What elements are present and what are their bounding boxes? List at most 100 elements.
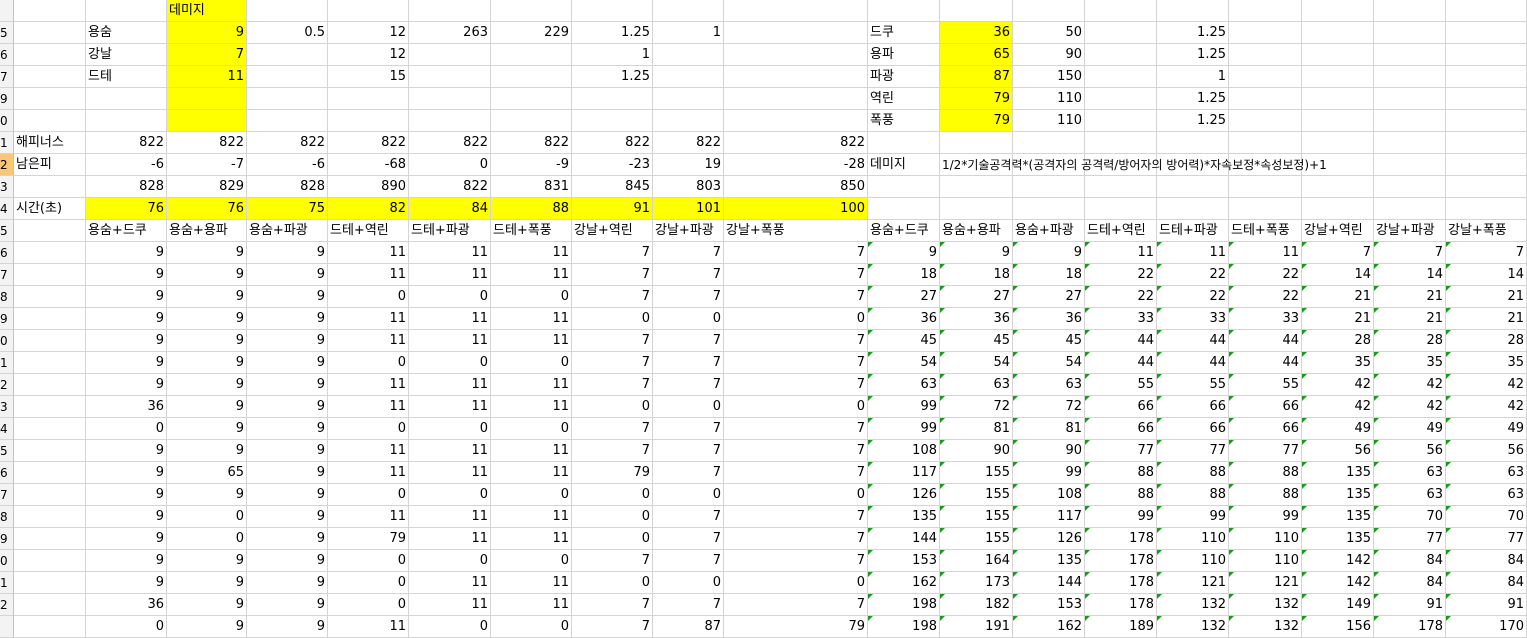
empty-cell[interactable] — [491, 110, 572, 132]
formula-cell[interactable]: 153 — [868, 550, 940, 572]
value-cell[interactable]: 9 — [86, 308, 167, 330]
formula-cell[interactable]: 135 — [1302, 528, 1374, 550]
value-cell[interactable]: 828 — [247, 176, 328, 198]
formula-cell[interactable]: 45 — [940, 330, 1013, 352]
value-cell[interactable]: 0 — [491, 418, 572, 440]
formula-cell[interactable]: 88 — [1157, 462, 1229, 484]
formula-cell[interactable]: 66 — [1229, 396, 1302, 418]
label-cell[interactable]: 용파 — [868, 44, 940, 66]
empty-cell[interactable] — [1013, 198, 1085, 220]
label-cell[interactable]: 용숨+용파 — [167, 220, 247, 242]
value-cell[interactable]: 831 — [491, 176, 572, 198]
value-cell[interactable]: 803 — [653, 176, 724, 198]
formula-cell[interactable]: 11 — [1229, 242, 1302, 264]
formula-cell[interactable]: 110 — [1157, 528, 1229, 550]
formula-cell[interactable]: 132 — [1157, 594, 1229, 616]
formula-cell[interactable]: 108 — [868, 440, 940, 462]
formula-cell[interactable]: 44 — [1157, 330, 1229, 352]
formula-cell[interactable]: 28 — [1302, 330, 1374, 352]
value-cell[interactable]: 7 — [724, 594, 868, 616]
value-cell[interactable]: 7 — [572, 242, 653, 264]
row-header[interactable]: 7 — [0, 264, 14, 286]
label-cell[interactable]: 강날+역린 — [572, 220, 653, 242]
row-header[interactable]: 7 — [0, 484, 14, 506]
formula-cell[interactable]: 27 — [868, 286, 940, 308]
formula-cell[interactable]: 132 — [1229, 616, 1302, 638]
empty-cell[interactable] — [491, 44, 572, 66]
value-cell[interactable]: 79 — [940, 88, 1013, 110]
formula-cell[interactable]: 88 — [1085, 484, 1157, 506]
value-cell[interactable]: 11 — [491, 330, 572, 352]
formula-cell[interactable]: 117 — [868, 462, 940, 484]
formula-cell[interactable]: 21 — [1302, 286, 1374, 308]
label-cell[interactable]: 데미지 — [167, 0, 247, 22]
value-cell[interactable]: 7 — [653, 374, 724, 396]
value-cell[interactable]: 84 — [409, 198, 491, 220]
empty-cell[interactable] — [724, 44, 868, 66]
row-header[interactable]: 2 — [0, 594, 14, 616]
formula-cell[interactable]: 11 — [1157, 242, 1229, 264]
value-cell[interactable]: 0 — [409, 286, 491, 308]
value-cell[interactable]: 9 — [86, 330, 167, 352]
empty-cell[interactable] — [86, 0, 167, 22]
value-cell[interactable]: 9 — [86, 550, 167, 572]
label-cell[interactable]: 강날+파광 — [653, 220, 724, 242]
row-header[interactable]: 6 — [0, 44, 14, 66]
value-cell[interactable]: 0.5 — [247, 22, 328, 44]
empty-cell[interactable] — [328, 0, 409, 22]
value-cell[interactable]: 11 — [409, 242, 491, 264]
formula-cell[interactable]: 33 — [1085, 308, 1157, 330]
formula-cell[interactable]: 66 — [1157, 396, 1229, 418]
empty-cell[interactable] — [1157, 132, 1229, 154]
value-cell[interactable]: 0 — [491, 550, 572, 572]
value-cell[interactable]: 263 — [409, 22, 491, 44]
formula-cell[interactable]: 99 — [1157, 506, 1229, 528]
empty-cell[interactable] — [1085, 22, 1157, 44]
formula-cell[interactable]: 66 — [1157, 418, 1229, 440]
formula-cell[interactable]: 126 — [1013, 528, 1085, 550]
formula-cell[interactable]: 44 — [1085, 330, 1157, 352]
formula-cell[interactable]: 27 — [1013, 286, 1085, 308]
value-cell[interactable]: 100 — [724, 198, 868, 220]
value-cell[interactable]: 11 — [409, 506, 491, 528]
empty-cell[interactable] — [724, 22, 868, 44]
value-cell[interactable]: 11 — [328, 330, 409, 352]
label-cell[interactable]: 드테 — [86, 66, 167, 88]
empty-cell[interactable] — [1229, 22, 1302, 44]
row-header[interactable]: 4 — [0, 418, 14, 440]
value-cell[interactable]: 1.25 — [572, 66, 653, 88]
empty-cell[interactable] — [1157, 0, 1229, 22]
value-cell[interactable]: 7 — [572, 550, 653, 572]
value-cell[interactable]: 7 — [653, 528, 724, 550]
formula-cell[interactable]: 156 — [1302, 616, 1374, 638]
formula-cell[interactable]: 54 — [868, 352, 940, 374]
empty-cell[interactable] — [14, 374, 86, 396]
formula-cell[interactable]: 44 — [1085, 352, 1157, 374]
value-cell[interactable]: 9 — [167, 594, 247, 616]
empty-cell[interactable] — [1446, 154, 1527, 176]
empty-cell[interactable] — [14, 506, 86, 528]
value-cell[interactable]: 822 — [653, 132, 724, 154]
value-cell[interactable]: 1 — [653, 22, 724, 44]
empty-cell[interactable] — [14, 550, 86, 572]
value-cell[interactable]: 11 — [328, 264, 409, 286]
empty-cell[interactable] — [1302, 132, 1374, 154]
empty-cell[interactable] — [868, 132, 940, 154]
empty-cell[interactable] — [1229, 132, 1302, 154]
value-cell[interactable]: 11 — [491, 462, 572, 484]
value-cell[interactable]: 9 — [247, 484, 328, 506]
value-cell[interactable]: 79 — [724, 616, 868, 638]
formula-cell[interactable]: 44 — [1229, 330, 1302, 352]
empty-cell[interactable] — [14, 616, 86, 638]
empty-cell[interactable] — [868, 198, 940, 220]
value-cell[interactable]: 88 — [491, 198, 572, 220]
formula-cell[interactable]: 22 — [1229, 286, 1302, 308]
value-cell[interactable]: 0 — [653, 572, 724, 594]
formula-cell[interactable]: 84 — [1374, 572, 1446, 594]
label-cell[interactable]: 드테+폭풍 — [491, 220, 572, 242]
value-cell[interactable]: 9 — [247, 330, 328, 352]
empty-cell[interactable] — [1374, 22, 1446, 44]
empty-cell[interactable] — [1374, 154, 1446, 176]
value-cell[interactable]: 65 — [167, 462, 247, 484]
value-cell[interactable]: 822 — [167, 132, 247, 154]
